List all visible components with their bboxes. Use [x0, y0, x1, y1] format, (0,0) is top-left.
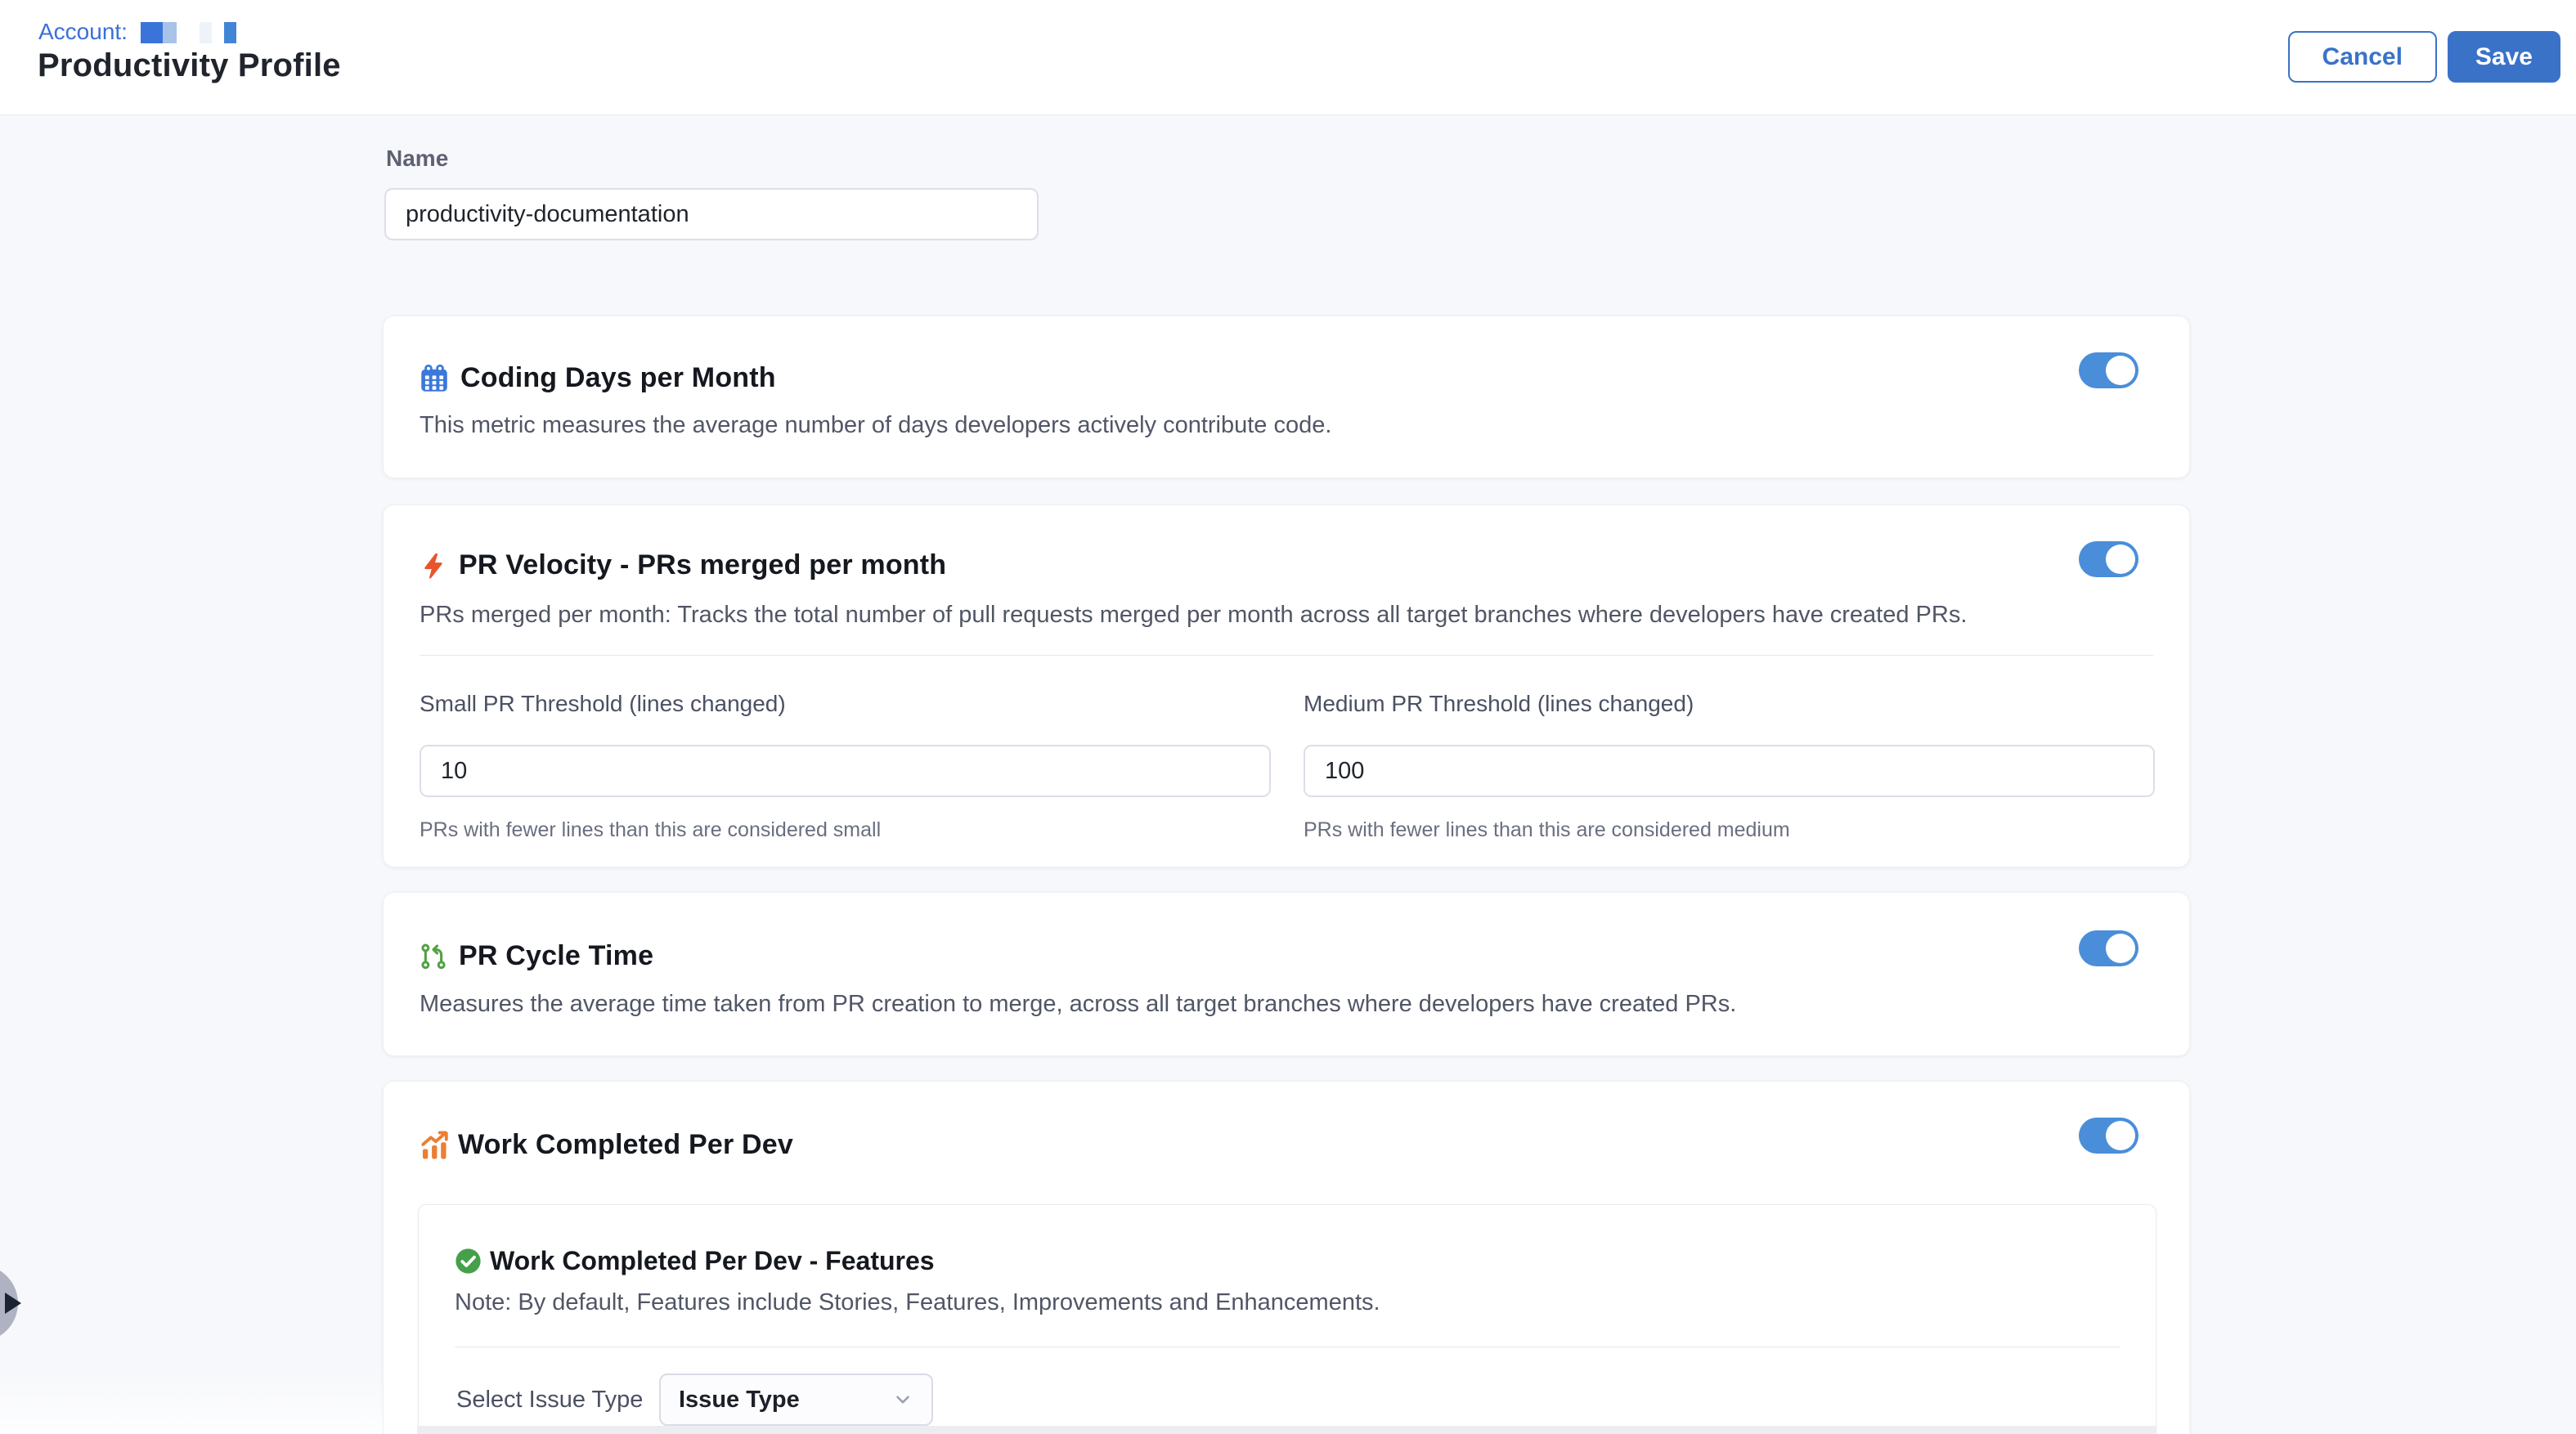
pr-cycle-time-toggle[interactable]: [2079, 930, 2138, 966]
issue-type-select[interactable]: Issue Type: [659, 1374, 933, 1426]
chevron-down-icon: [892, 1389, 913, 1410]
sidebar-expand-handle[interactable]: [0, 1265, 18, 1342]
productivity-profile-page: Account: Productivity Profile Cancel Sav…: [0, 0, 2576, 1434]
account-label: Account:: [38, 19, 128, 45]
chart-increasing-icon: [420, 1131, 451, 1160]
account-name-redacted: [224, 22, 236, 43]
account-name-redacted: [163, 22, 177, 43]
header-actions: Cancel Save: [2288, 31, 2560, 83]
select-issue-type-label: Select Issue Type: [456, 1387, 643, 1414]
check-circle-icon: [455, 1248, 482, 1275]
top-bar: Account: Productivity Profile Cancel Sav…: [0, 0, 2576, 115]
subsection-title: Work Completed Per Dev - Features: [490, 1246, 935, 1276]
breadcrumb[interactable]: Account:: [38, 20, 236, 44]
medium-pr-threshold-field: Medium PR Threshold (lines changed) PRs …: [1304, 691, 2155, 842]
play-arrow-icon: [5, 1293, 21, 1314]
work-completed-card: Work Completed Per Dev Work Completed Pe…: [383, 1081, 2190, 1434]
page-title: Productivity Profile: [38, 47, 341, 84]
pr-velocity-card: PR Velocity - PRs merged per month PRs m…: [383, 504, 2190, 867]
work-completed-toggle[interactable]: [2079, 1118, 2138, 1154]
small-pr-threshold-field: Small PR Threshold (lines changed) PRs w…: [420, 691, 1271, 842]
coding-days-toggle[interactable]: [2079, 352, 2138, 388]
section-description: Measures the average time taken from PR …: [420, 991, 1736, 1018]
medium-pr-threshold-input[interactable]: [1304, 745, 2155, 797]
cut-off-content: [417, 1426, 2156, 1434]
subsection-note: Note: By default, Features include Stori…: [455, 1289, 1380, 1316]
pr-velocity-toggle[interactable]: [2079, 541, 2138, 577]
save-button[interactable]: Save: [2448, 31, 2560, 83]
bottom-fade: [0, 1369, 383, 1434]
account-name-redacted: [141, 22, 163, 43]
section-title: PR Cycle Time: [459, 940, 653, 972]
cancel-button[interactable]: Cancel: [2288, 31, 2437, 83]
small-pr-threshold-input[interactable]: [420, 745, 1271, 797]
field-helper: PRs with fewer lines than this are consi…: [420, 818, 1271, 842]
section-description: PRs merged per month: Tracks the total n…: [420, 602, 1967, 629]
section-title: Coding Days per Month: [460, 362, 776, 394]
coding-days-card: Coding Days per Month This metric measur…: [383, 316, 2190, 478]
name-input[interactable]: [384, 188, 1039, 240]
git-pull-request-icon: [420, 943, 447, 970]
account-name-redacted: [200, 22, 212, 43]
pr-cycle-time-card: PR Cycle Time Measures the average time …: [383, 892, 2190, 1056]
section-description: This metric measures the average number …: [420, 412, 1331, 439]
lightning-icon: [420, 552, 447, 580]
name-label: Name: [386, 146, 448, 172]
field-helper: PRs with fewer lines than this are consi…: [1304, 818, 2155, 842]
work-completed-features-panel: Work Completed Per Dev - Features Note: …: [418, 1204, 2156, 1434]
divider: [420, 655, 2153, 656]
issue-type-select-value: Issue Type: [679, 1387, 892, 1414]
section-title: PR Velocity - PRs merged per month: [459, 549, 946, 581]
section-title: Work Completed Per Dev: [458, 1129, 793, 1161]
field-label: Small PR Threshold (lines changed): [420, 691, 1271, 717]
field-label: Medium PR Threshold (lines changed): [1304, 691, 2155, 717]
calendar-icon: [420, 364, 449, 393]
